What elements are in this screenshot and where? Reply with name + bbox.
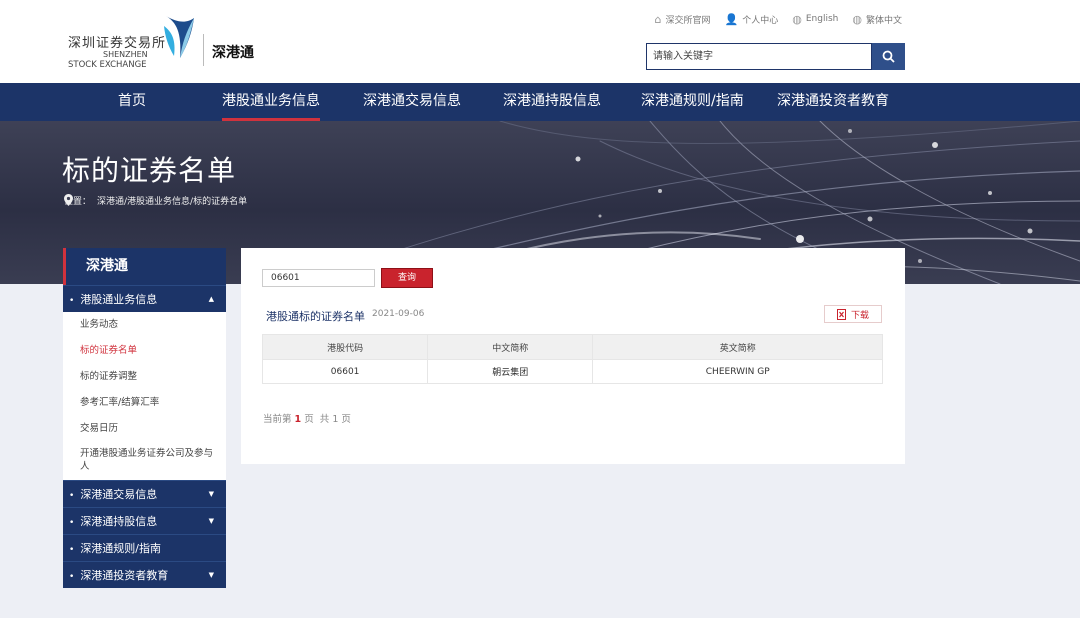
excel-file-icon — [836, 308, 846, 320]
pager-mid: 页 — [304, 414, 314, 425]
logo-divider — [203, 34, 204, 66]
top-link-traditional-chinese[interactable]: ◍ 繁体中文 — [852, 12, 902, 26]
globe-icon: ◍ — [792, 12, 802, 26]
sidebar-item-securities-adjustment[interactable]: 标的证券调整 — [63, 364, 226, 390]
bullet-icon: • — [69, 545, 75, 555]
search-icon — [882, 50, 895, 63]
securities-table: 港股代码 中文简称 英文简称 06601 朝云集团 CHEERWIN GP — [261, 334, 883, 384]
sidebar-group-label: 深港通持股信息 — [80, 515, 158, 528]
location-pin-icon — [64, 194, 73, 206]
breadcrumb: 位置： 深港通/港股通业务信息/标的证券名单 — [64, 194, 247, 207]
pagination: 当前第 1 页 共 1 页 — [263, 411, 351, 425]
sidebar-item-exchange-rate[interactable]: 参考汇率/结算汇率 — [63, 390, 226, 416]
download-button[interactable]: 下载 — [824, 305, 882, 323]
logo-en-text-2: STOCK EXCHANGE — [68, 60, 147, 70]
sidebar-group-label: 港股通业务信息 — [80, 293, 158, 306]
caret-down-icon: ▼ — [208, 517, 214, 525]
sidebar-submenu: 业务动态 标的证券名单 标的证券调整 参考汇率/结算汇率 交易日历 开通港股通业… — [63, 312, 226, 480]
top-link-english[interactable]: ◍ English — [792, 12, 838, 26]
list-title: 港股通标的证券名单 — [266, 310, 365, 323]
globe-icon: ◍ — [852, 12, 862, 26]
szse-emblem-icon — [164, 16, 194, 58]
cell-en-name: CHEERWIN GP — [592, 359, 883, 384]
nav-item-investor-education[interactable]: 深港通投资者教育 — [777, 83, 889, 121]
top-link-label: 繁体中文 — [865, 15, 902, 26]
sidebar-item-eligible-securities[interactable]: 标的证券名单 — [63, 338, 226, 364]
main-nav: 首页 港股通业务信息 深港通交易信息 深港通持股信息 深港通规则/指南 深港通投… — [0, 83, 1080, 121]
logo-en-text-1: SHENZHEN — [103, 50, 148, 59]
nav-item-hk-connect-business[interactable]: 港股通业务信息 — [222, 83, 320, 121]
nav-item-home[interactable]: 首页 — [118, 83, 146, 121]
logo-cn-text: 深圳证券交易所 — [68, 36, 167, 51]
sidebar-group-label: 深港通规则/指南 — [80, 542, 162, 555]
top-link-label: 深交所官网 — [665, 15, 711, 26]
breadcrumb-path[interactable]: 深港通/港股通业务信息/标的证券名单 — [97, 194, 247, 207]
szse-logo[interactable]: 深圳证券交易所 SHENZHEN STOCK EXCHANGE 深港通 — [68, 14, 268, 72]
sidebar-heading: 深港通 — [63, 248, 226, 285]
sidebar-group-investor-education[interactable]: • 深港通投资者教育 ▼ — [63, 561, 226, 588]
site-header: 深圳证券交易所 SHENZHEN STOCK EXCHANGE 深港通 ⌂ 深交… — [0, 0, 1080, 83]
sidebar-group-trading-info[interactable]: • 深港通交易信息 ▼ — [63, 480, 226, 507]
bullet-icon: • — [69, 296, 75, 306]
caret-up-icon: ▲ — [208, 295, 214, 303]
table-row: 06601 朝云集团 CHEERWIN GP — [261, 359, 883, 384]
download-label: 下载 — [850, 310, 869, 321]
stock-code-input[interactable]: 06601 — [262, 269, 375, 287]
content-panel: 06601 查询 港股通标的证券名单 2021-09-06 下载 港股代码 中文… — [241, 248, 905, 464]
person-icon: 👤 — [724, 12, 739, 26]
sidebar-group-label: 深港通投资者教育 — [80, 569, 169, 582]
search-input[interactable]: 请输入关键字 — [646, 43, 872, 70]
column-header-hk-code: 港股代码 — [261, 334, 429, 360]
sidebar: 深港通 • 港股通业务信息 ▲ 业务动态 标的证券名单 标的证券调整 参考汇率/结… — [63, 248, 226, 588]
sidebar-group-label: 深港通交易信息 — [80, 488, 158, 501]
nav-item-holdings-info[interactable]: 深港通持股信息 — [503, 83, 601, 121]
bullet-icon: • — [69, 572, 75, 582]
site-name: 深港通 — [212, 45, 254, 61]
search-button[interactable] — [872, 43, 905, 70]
top-link-szse-home[interactable]: ⌂ 深交所官网 — [655, 12, 711, 26]
top-link-personal-center[interactable]: 👤 个人中心 — [725, 12, 779, 26]
page-title: 标的证券名单 — [62, 154, 237, 187]
top-link-label: English — [805, 14, 839, 24]
sidebar-item-business-news[interactable]: 业务动态 — [63, 312, 226, 338]
pager-prefix: 当前第 — [263, 414, 292, 425]
sidebar-group-rules-guide[interactable]: • 深港通规则/指南 — [63, 534, 226, 561]
cell-hk-code: 06601 — [261, 359, 429, 384]
pager-current: 1 — [294, 414, 302, 425]
caret-down-icon: ▼ — [208, 490, 214, 498]
column-header-en-name: 英文简称 — [592, 334, 883, 360]
sidebar-item-trading-calendar[interactable]: 交易日历 — [63, 416, 226, 442]
nav-item-trading-info[interactable]: 深港通交易信息 — [363, 83, 461, 121]
pager-suffix: 页 — [341, 414, 351, 425]
top-links: ⌂ 深交所官网 👤 个人中心 ◍ English ◍ 繁体中文 — [655, 12, 902, 26]
cell-cn-name: 朝云集团 — [427, 359, 594, 384]
column-header-cn-name: 中文简称 — [427, 334, 594, 360]
pager-total: 1 — [332, 414, 339, 425]
top-link-label: 个人中心 — [742, 15, 779, 26]
pager-total-prefix: 共 — [319, 414, 330, 425]
list-date: 2021-09-06 — [372, 309, 425, 319]
home-icon: ⌂ — [654, 12, 662, 26]
query-button[interactable]: 查询 — [381, 268, 433, 288]
bullet-icon: • — [69, 518, 75, 528]
table-header-row: 港股代码 中文简称 英文简称 — [261, 334, 883, 360]
sidebar-group-holdings-info[interactable]: • 深港通持股信息 ▼ — [63, 507, 226, 534]
nav-item-rules-guide[interactable]: 深港通规则/指南 — [641, 83, 744, 121]
sidebar-group-hk-connect-business[interactable]: • 港股通业务信息 ▲ — [63, 285, 226, 312]
bullet-icon: • — [69, 491, 75, 501]
sidebar-item-participating-brokers[interactable]: 开通港股通业务证券公司及参与人 — [63, 442, 226, 480]
caret-down-icon: ▼ — [208, 571, 214, 579]
